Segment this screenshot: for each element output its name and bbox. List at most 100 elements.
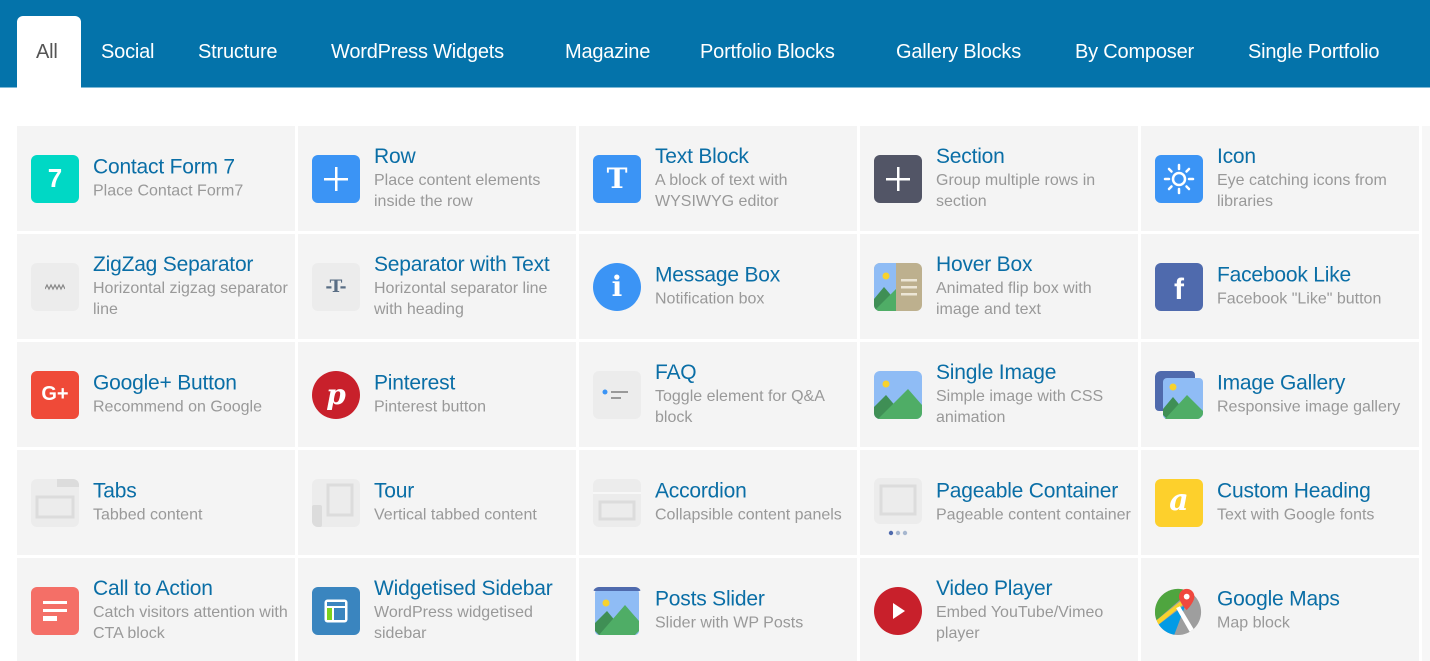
sun-icon (1155, 154, 1203, 203)
element-description: WordPress widgetised sidebar (374, 603, 533, 642)
element-zigzag-separator[interactable]: ZigZag Separator Horizontal zigzag separa… (17, 234, 295, 339)
element-title: ZigZag Separator (93, 252, 254, 276)
element-description: Tabbed content (93, 506, 203, 523)
element-description: Place Contact Form7 (93, 182, 244, 199)
element-tour[interactable]: Tour Vertical tabbed content (298, 450, 576, 555)
element-title: Widgetised Sidebar (374, 576, 553, 600)
element-description: Pageable content container (936, 506, 1131, 523)
tab-structure[interactable]: Structure (178, 16, 297, 88)
element-description: Eye catching icons from libraries (1217, 171, 1387, 210)
pageable-icon (874, 477, 922, 535)
element-description: Place content elements inside the row (374, 171, 541, 210)
element-description: Map block (1217, 614, 1290, 631)
element-hover-box[interactable]: Hover Box Animated flip box with image an… (860, 234, 1138, 339)
separator-text-icon: -T- (312, 262, 360, 311)
element-title: Facebook Like (1217, 263, 1351, 286)
element-description: Collapsible content panels (655, 506, 842, 523)
info-icon: i (593, 262, 641, 311)
facebook-icon: f (1155, 262, 1203, 311)
element-video-player[interactable]: Video Player Embed YouTube/Vimeo player (860, 558, 1138, 661)
custom-heading-icon: a (1155, 478, 1203, 527)
element-title: Separator with Text (374, 252, 550, 276)
element-description: Embed YouTube/Vimeo player (936, 603, 1104, 642)
tab-wordpress-widgets[interactable]: WordPress Widgets (311, 16, 524, 88)
element-message-box[interactable]: i Message Box Notification box (579, 234, 857, 339)
tab-magazine[interactable]: Magazine (545, 16, 670, 88)
element-description: Group multiple rows in section (936, 171, 1096, 210)
element-description: Responsive image gallery (1217, 398, 1401, 415)
sidebar-icon (312, 586, 360, 635)
section-plus-icon (874, 154, 922, 203)
element-title: Image Gallery (1217, 371, 1346, 394)
element-description: Toggle element for Q&A block (655, 387, 824, 426)
element-description: Horizontal zigzag separator line (93, 279, 288, 318)
element-title: Text Block (655, 144, 749, 168)
element-contact-form-7[interactable]: 7 Contact Form 7 Place Contact Form7 (17, 126, 295, 231)
tab-by-composer[interactable]: By Composer (1055, 16, 1214, 88)
element-description: Slider with WP Posts (655, 614, 804, 631)
plus-icon (312, 154, 360, 203)
element-title: Single Image (936, 360, 1057, 384)
accordion-icon (593, 478, 641, 527)
element-faq[interactable]: FAQ Toggle element for Q&A block (579, 342, 857, 447)
element-title: Google+ Button (93, 371, 237, 394)
element-title: FAQ (655, 360, 697, 384)
element-image-gallery[interactable]: Image Gallery Responsive image gallery (1141, 342, 1419, 447)
element-description: Horizontal separator line with heading (374, 279, 548, 318)
faq-icon (593, 370, 641, 419)
tabs-icon (31, 478, 79, 527)
text-t-icon: T (593, 154, 641, 203)
element-title: Pageable Container (936, 479, 1119, 502)
play-icon (874, 586, 922, 635)
pinterest-icon: p (312, 370, 360, 419)
element-title: Row (374, 144, 416, 168)
tab-all[interactable]: All (17, 16, 81, 89)
element-single-image[interactable]: Single Image Simple image with CSS animat… (860, 342, 1138, 447)
element-description: Catch visitors attention with CTA block (93, 603, 288, 642)
image-icon (874, 370, 922, 419)
element-google-maps[interactable]: Google Maps Map block (1141, 558, 1419, 661)
element-title: Hover Box (936, 252, 1033, 276)
tab-social[interactable]: Social (81, 16, 174, 88)
element-title: Custom Heading (1217, 479, 1371, 502)
element-call-to-action[interactable]: Call to Action Catch visitors attention w… (17, 558, 295, 661)
element-posts-slider[interactable]: Posts Slider Slider with WP Posts (579, 558, 857, 661)
element-icon[interactable]: Icon Eye catching icons from libraries (1141, 126, 1419, 231)
element-separator-with-text[interactable]: -T- Separator with Text Horizontal separa… (298, 234, 576, 339)
element-pageable-container[interactable]: Pageable Container Pageable content conta… (860, 450, 1138, 555)
element-description: A block of text with WYSIWYG editor (655, 171, 788, 210)
element-title: Contact Form 7 (93, 155, 235, 178)
element-tabs[interactable]: Tabs Tabbed content (17, 450, 295, 555)
gallery-icon (1155, 370, 1203, 419)
element-title: Tabs (93, 479, 137, 502)
element-description: Notification box (655, 290, 765, 307)
element-pinterest[interactable]: p Pinterest Pinterest button (298, 342, 576, 447)
element-custom-heading[interactable]: a Custom Heading Text with Google fonts (1141, 450, 1419, 555)
element-accordion[interactable]: Accordion Collapsible content panels (579, 450, 857, 555)
google-plus-icon: G+ (31, 370, 79, 419)
element-description: Pinterest button (374, 398, 487, 415)
element-title: Posts Slider (655, 587, 765, 610)
element-title: Google Maps (1217, 587, 1340, 610)
tab-gallery-blocks[interactable]: Gallery Blocks (876, 16, 1041, 88)
element-title: Accordion (655, 479, 747, 502)
tab-portfolio-blocks[interactable]: Portfolio Blocks (680, 16, 855, 88)
element-title: Pinterest (374, 371, 456, 394)
zigzag-icon (31, 262, 79, 311)
posts-slider-icon (593, 586, 641, 635)
element-description: Vertical tabbed content (374, 506, 537, 523)
element-facebook-like[interactable]: f Facebook Like Facebook "Like" button (1141, 234, 1419, 339)
element-section[interactable]: Section Group multiple rows in section (860, 126, 1138, 231)
element-title: Section (936, 144, 1005, 168)
element-description: Recommend on Google (93, 398, 262, 415)
element-title: Video Player (936, 576, 1053, 600)
tour-icon (312, 478, 360, 527)
cta-icon (31, 586, 79, 635)
element-row[interactable]: Row Place content elements inside the row (298, 126, 576, 231)
map-icon (1155, 587, 1203, 635)
element-title: Tour (374, 479, 415, 502)
element-text-block[interactable]: T Text Block A block of text with WYSIWYG… (579, 126, 857, 231)
tab-single-portfolio[interactable]: Single Portfolio (1228, 16, 1399, 88)
element-widgetised-sidebar[interactable]: Widgetised Sidebar WordPress widgetised s… (298, 558, 576, 661)
element-google-plus-button[interactable]: G+ Google+ Button Recommend on Google (17, 342, 295, 447)
